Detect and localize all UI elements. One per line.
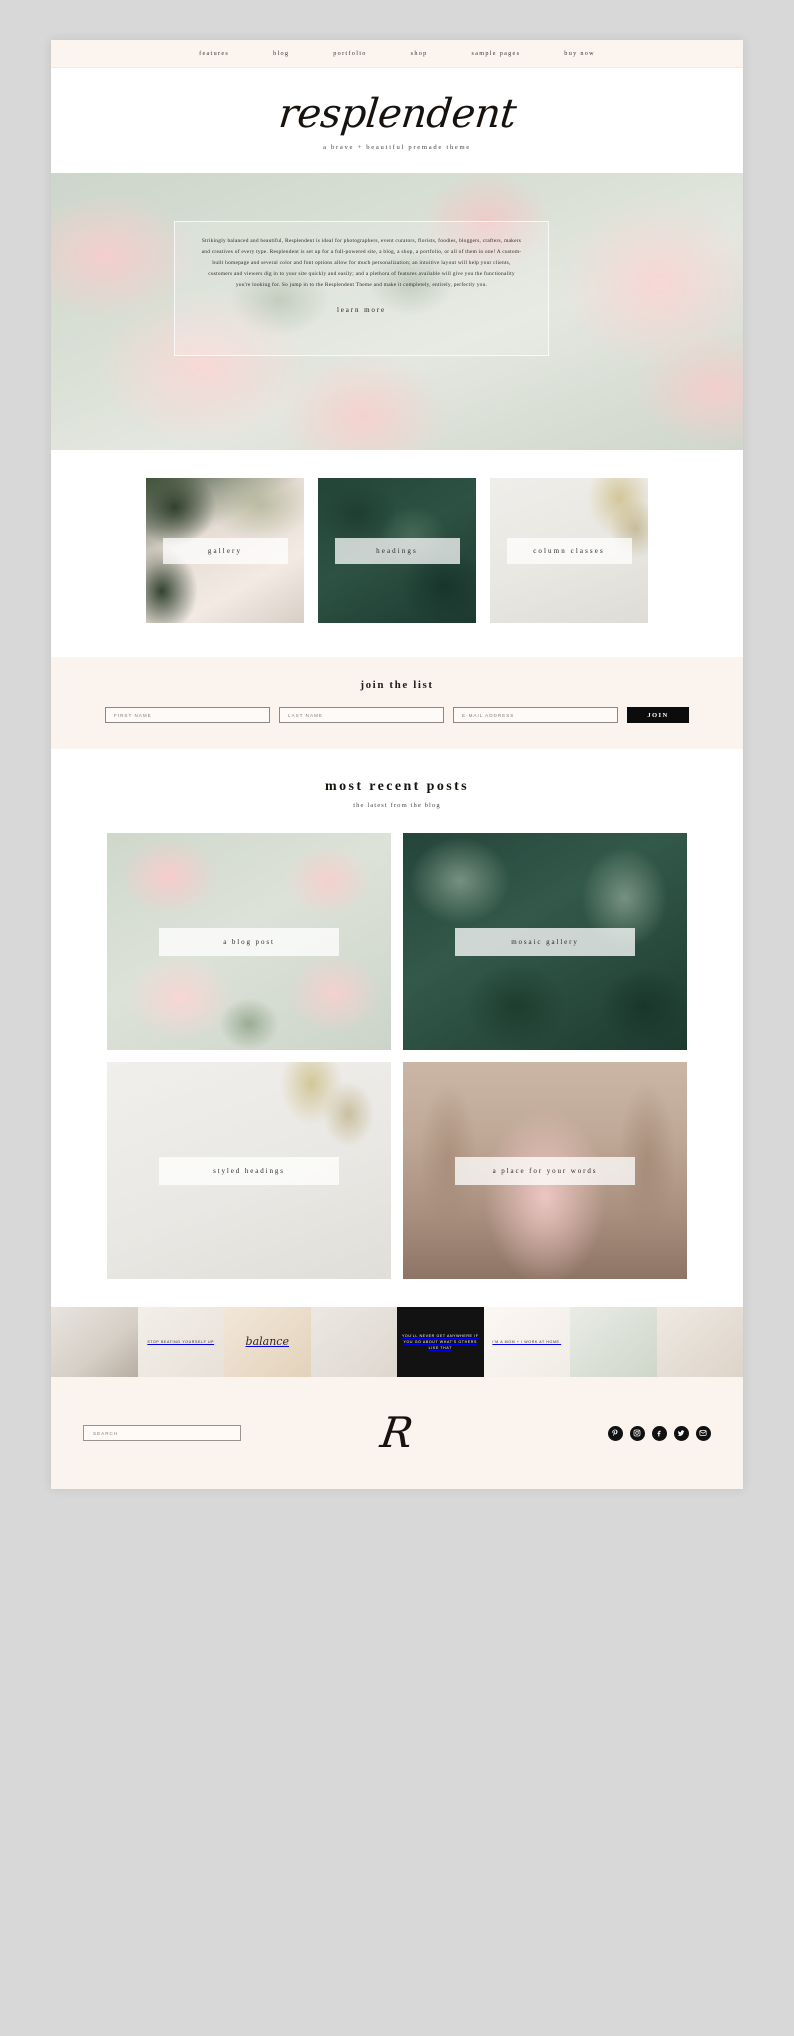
- post-card-label: mosaic gallery: [455, 927, 635, 956]
- footer-social-area: [502, 1425, 711, 1441]
- feature-card-headings[interactable]: headings: [318, 478, 476, 623]
- last-name-input[interactable]: [279, 707, 444, 723]
- facebook-icon[interactable]: [651, 1425, 667, 1441]
- email-icon[interactable]: [695, 1425, 711, 1441]
- recent-posts-subtitle: the latest from the blog: [353, 802, 441, 809]
- instagram-tile-text: I'M A MOM + I WORK AT HOME.: [492, 1339, 562, 1344]
- nav-item-features[interactable]: features: [199, 50, 229, 57]
- instagram-tile[interactable]: I'M A MOM + I WORK AT HOME.: [483, 1307, 570, 1377]
- join-button[interactable]: JOIN: [627, 707, 689, 723]
- post-card-a-blog-post[interactable]: a blog post: [107, 833, 391, 1050]
- recent-posts-section: most recent posts the latest from the bl…: [51, 749, 743, 1307]
- pinterest-icon[interactable]: [607, 1425, 623, 1441]
- post-card-label: styled headings: [159, 1156, 339, 1185]
- instagram-tile[interactable]: balance: [224, 1307, 311, 1377]
- site-footer: R: [51, 1377, 743, 1489]
- newsletter-title: join the list: [360, 679, 434, 691]
- instagram-tile-text: YOU'LL NEVER GET ANYWHERE IF YOU GO ABOU…: [401, 1333, 479, 1351]
- instagram-tile[interactable]: YOU'LL NEVER GET ANYWHERE IF YOU GO ABOU…: [397, 1307, 484, 1377]
- instagram-tile[interactable]: [570, 1307, 657, 1377]
- search-input[interactable]: [83, 1425, 241, 1441]
- twitter-icon[interactable]: [673, 1425, 689, 1441]
- email-address-input[interactable]: [453, 707, 618, 723]
- recent-posts-grid: a blog post mosaic gallery styled headin…: [107, 833, 687, 1279]
- site-page: features blog portfolio shop sample page…: [51, 40, 743, 1489]
- newsletter-form: JOIN: [51, 707, 743, 723]
- footer-search-area: [83, 1425, 292, 1441]
- instagram-feed-strip: STOP BEATING YOURSELF UP balance YOU'LL …: [51, 1307, 743, 1377]
- post-card-mosaic-gallery[interactable]: mosaic gallery: [403, 833, 687, 1050]
- post-card-label: a blog post: [159, 927, 339, 956]
- instagram-tile-text: STOP BEATING YOURSELF UP: [147, 1339, 215, 1344]
- instagram-tile[interactable]: STOP BEATING YOURSELF UP: [137, 1307, 224, 1377]
- hero-paragraph: Strikingly balanced and beautiful, Respl…: [201, 238, 522, 289]
- nav-item-buy-now[interactable]: buy now: [564, 50, 595, 57]
- site-tagline: a brave + beautiful premade theme: [323, 144, 471, 151]
- instagram-tile-text: balance: [245, 1335, 289, 1349]
- newsletter-section: join the list JOIN: [51, 657, 743, 749]
- instagram-tile[interactable]: [656, 1307, 743, 1377]
- recent-posts-title: most recent posts: [325, 779, 469, 794]
- feature-card-label: gallery: [162, 537, 288, 564]
- nav-item-portfolio[interactable]: portfolio: [333, 50, 366, 57]
- first-name-input[interactable]: [105, 707, 270, 723]
- footer-monogram-area: R: [292, 1408, 501, 1457]
- feature-card-label: column classes: [506, 537, 632, 564]
- social-links: [607, 1425, 711, 1441]
- post-card-a-place-for-your-words[interactable]: a place for your words: [403, 1062, 687, 1279]
- site-header: resplendent a brave + beautiful premade …: [51, 68, 743, 173]
- instagram-tile[interactable]: [51, 1307, 138, 1377]
- hero-section: Strikingly balanced and beautiful, Respl…: [51, 173, 743, 450]
- post-card-label: a place for your words: [455, 1156, 635, 1185]
- feature-card-label: headings: [334, 537, 460, 564]
- nav-item-blog[interactable]: blog: [273, 50, 289, 57]
- post-card-styled-headings[interactable]: styled headings: [107, 1062, 391, 1279]
- primary-navigation: features blog portfolio shop sample page…: [51, 40, 743, 68]
- monogram-logo[interactable]: R: [378, 1408, 417, 1457]
- nav-item-sample-pages[interactable]: sample pages: [472, 50, 521, 57]
- hero-learn-more-link[interactable]: learn more: [337, 306, 386, 314]
- feature-card-column-classes[interactable]: column classes: [490, 478, 648, 623]
- feature-card-gallery[interactable]: gallery: [146, 478, 304, 623]
- site-logo[interactable]: resplendent: [276, 91, 518, 137]
- nav-item-shop[interactable]: shop: [411, 50, 428, 57]
- instagram-tile[interactable]: [310, 1307, 397, 1377]
- feature-columns-section: gallery headings column classes: [51, 450, 743, 657]
- hero-text-panel: Strikingly balanced and beautiful, Respl…: [174, 221, 549, 356]
- instagram-icon[interactable]: [629, 1425, 645, 1441]
